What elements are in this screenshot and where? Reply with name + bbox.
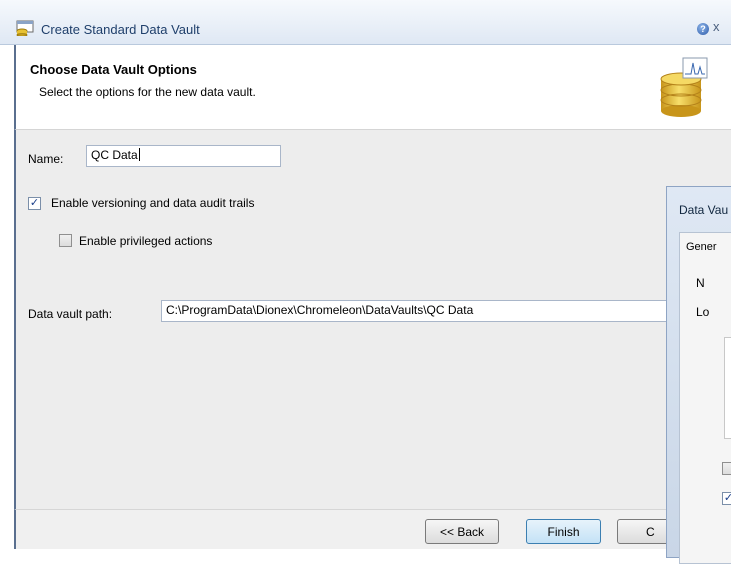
wizard-header: Choose Data Vault Options Select the opt… bbox=[14, 45, 731, 129]
page-title: Choose Data Vault Options bbox=[30, 62, 197, 77]
versioning-checkbox[interactable]: ✓ bbox=[28, 197, 41, 210]
tab-general[interactable]: Gener bbox=[686, 241, 717, 253]
help-icon[interactable]: ? bbox=[697, 23, 709, 35]
window-title: Create Standard Data Vault bbox=[41, 22, 200, 37]
data-vault-path-value: C:\ProgramData\Dionex\Chromeleon\DataVau… bbox=[166, 303, 474, 317]
close-icon[interactable]: x bbox=[713, 19, 720, 34]
name-input[interactable]: QC Data bbox=[86, 145, 281, 167]
page-subtitle: Select the options for the new data vaul… bbox=[39, 85, 256, 99]
wizard-content: Name: QC Data ✓ Enable versioning and da… bbox=[14, 129, 731, 510]
wizard-footer: << Back Finish C bbox=[14, 509, 731, 549]
name-input-value: QC Data bbox=[91, 148, 138, 162]
data-vault-properties-window[interactable]: Data Vau Gener N Lo ✓ bbox=[666, 186, 731, 564]
data-vault-path-input[interactable]: C:\ProgramData\Dionex\Chromeleon\DataVau… bbox=[161, 300, 701, 322]
finish-button[interactable]: Finish bbox=[526, 519, 601, 544]
data-vault-path-label: Data vault path: bbox=[28, 307, 113, 321]
database-window-icon bbox=[16, 20, 34, 36]
versioning-label: Enable versioning and data audit trails bbox=[51, 196, 255, 210]
name-label: Name: bbox=[28, 152, 64, 166]
privileged-actions-label: Enable privileged actions bbox=[79, 234, 213, 248]
properties-description-box[interactable] bbox=[724, 337, 731, 439]
properties-window-title: Data Vau bbox=[679, 203, 729, 217]
properties-checkbox-2[interactable]: ✓ bbox=[722, 492, 731, 505]
properties-location-label: Lo bbox=[696, 305, 710, 319]
privileged-actions-checkbox[interactable] bbox=[59, 234, 72, 247]
back-button[interactable]: << Back bbox=[425, 519, 499, 544]
properties-name-label: N bbox=[696, 276, 705, 290]
properties-checkbox-1[interactable] bbox=[722, 462, 731, 475]
title-bar: Create Standard Data Vault ? x bbox=[0, 0, 731, 45]
database-chromatogram-icon bbox=[660, 57, 708, 117]
properties-panel: Gener N Lo ✓ bbox=[679, 232, 731, 564]
